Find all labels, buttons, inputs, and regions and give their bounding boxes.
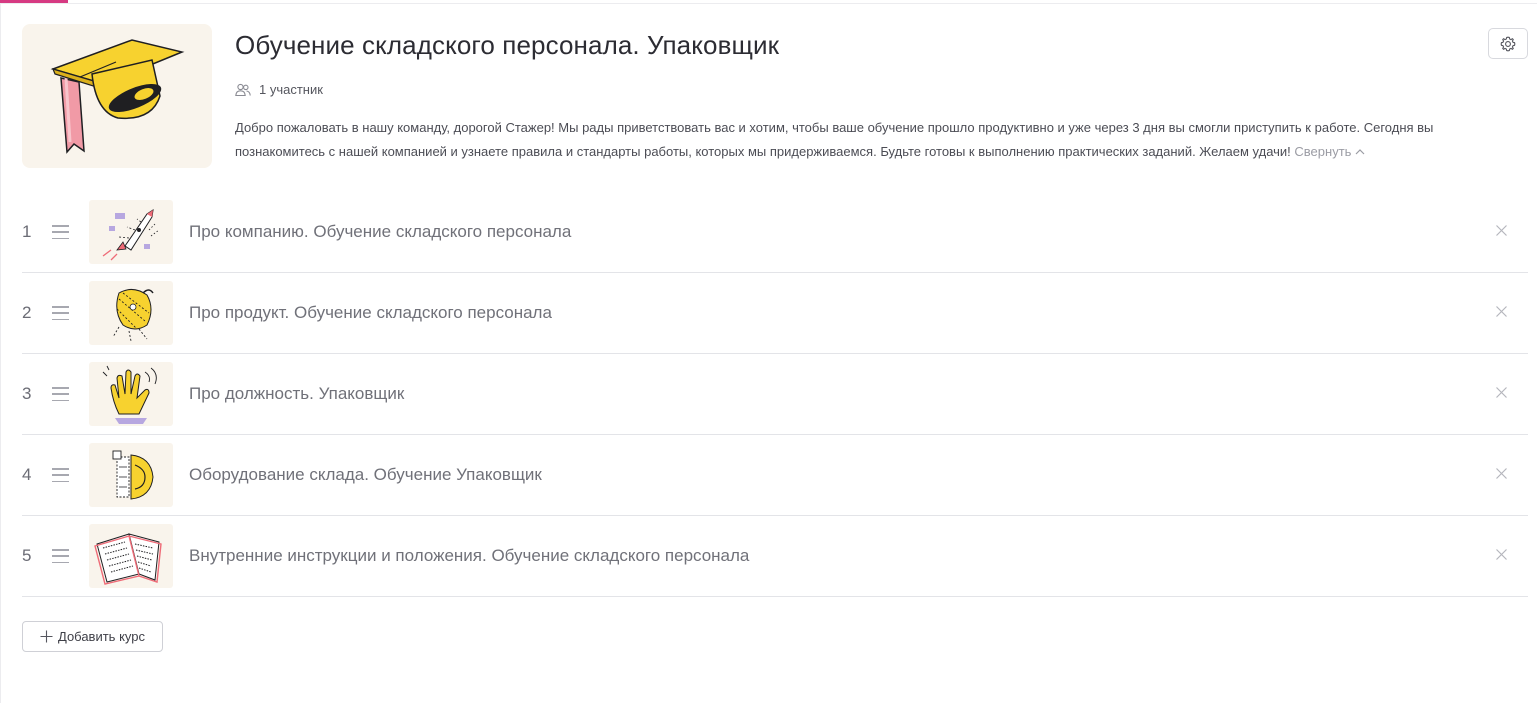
- close-icon[interactable]: [1495, 548, 1508, 561]
- plus-icon: [40, 630, 53, 643]
- program-header: Обучение складского персонала. Упаковщик…: [22, 24, 1528, 168]
- course-thumbnail-equipment: [89, 443, 173, 507]
- course-title[interactable]: Про должность. Упаковщик: [189, 384, 404, 404]
- hand-illustration: [102, 365, 157, 424]
- course-number: 2: [22, 303, 32, 322]
- collapse-label: Свернуть: [1294, 144, 1352, 159]
- drag-handle-icon[interactable]: [52, 387, 70, 401]
- left-border: [0, 4, 1, 703]
- course-thumbnail-product: [89, 281, 173, 345]
- course-thumbnail-rocket: [89, 200, 173, 264]
- close-icon[interactable]: [1495, 386, 1508, 399]
- drag-handle-icon[interactable]: [52, 468, 70, 482]
- settings-button[interactable]: [1488, 28, 1528, 59]
- close-icon[interactable]: [1495, 224, 1508, 237]
- course-row[interactable]: 3 Про должность. Упаковщик: [22, 354, 1528, 435]
- program-cover: [22, 24, 212, 168]
- course-number: 4: [22, 465, 32, 484]
- course-title[interactable]: Внутренние инструкции и положения. Обуче…: [189, 546, 749, 566]
- top-divider: [0, 3, 1537, 4]
- participants-label: 1 участник: [259, 82, 323, 97]
- collapse-link[interactable]: Свернуть: [1294, 144, 1365, 159]
- close-icon[interactable]: [1495, 305, 1508, 318]
- course-thumbnail-hand: [89, 362, 173, 426]
- graduation-cap-icon: [50, 39, 185, 154]
- equipment-illustration: [112, 450, 154, 500]
- course-number: 1: [22, 222, 32, 241]
- drag-handle-icon[interactable]: [52, 306, 70, 320]
- close-icon[interactable]: [1495, 467, 1508, 480]
- description-text: Добро пожаловать в нашу команду, дорогой…: [235, 120, 1434, 159]
- participants-count[interactable]: 1 участник: [235, 82, 323, 97]
- drag-handle-icon[interactable]: [52, 549, 70, 563]
- course-number: 5: [22, 546, 32, 565]
- course-row[interactable]: 5 Внутренние инструкции и положения. Обу…: [22, 516, 1528, 597]
- course-title[interactable]: Оборудование склада. Обучение Упаковщик: [189, 465, 542, 485]
- drag-handle-icon[interactable]: [52, 225, 70, 239]
- course-row[interactable]: 2 Про продукт. Обучение складского персо…: [22, 273, 1528, 354]
- course-title[interactable]: Про продукт. Обучение складского персона…: [189, 303, 552, 323]
- program-description: Добро пожаловать в нашу команду, дорогой…: [235, 116, 1500, 164]
- page-title: Обучение складского персонала. Упаковщик: [235, 30, 780, 60]
- product-illustration: [112, 289, 154, 342]
- course-row[interactable]: 1 Про компанию. Обучение складского перс…: [22, 192, 1528, 273]
- book-illustration: [94, 533, 162, 585]
- course-row[interactable]: 4 Оборудование склада. Обучение Упаковщи…: [22, 435, 1528, 516]
- gear-icon: [1500, 36, 1516, 51]
- course-number: 3: [22, 384, 32, 403]
- rocket-illustration: [102, 208, 160, 261]
- users-icon: [235, 83, 251, 96]
- course-title[interactable]: Про компанию. Обучение складского персон…: [189, 222, 571, 242]
- course-list: 1 Про компанию. Обучение складского перс…: [22, 192, 1528, 597]
- add-course-button[interactable]: Добавить курс: [22, 621, 163, 652]
- course-thumbnail-book: [89, 524, 173, 588]
- add-course-label: Добавить курс: [58, 629, 145, 644]
- chevron-up-icon: [1355, 149, 1365, 155]
